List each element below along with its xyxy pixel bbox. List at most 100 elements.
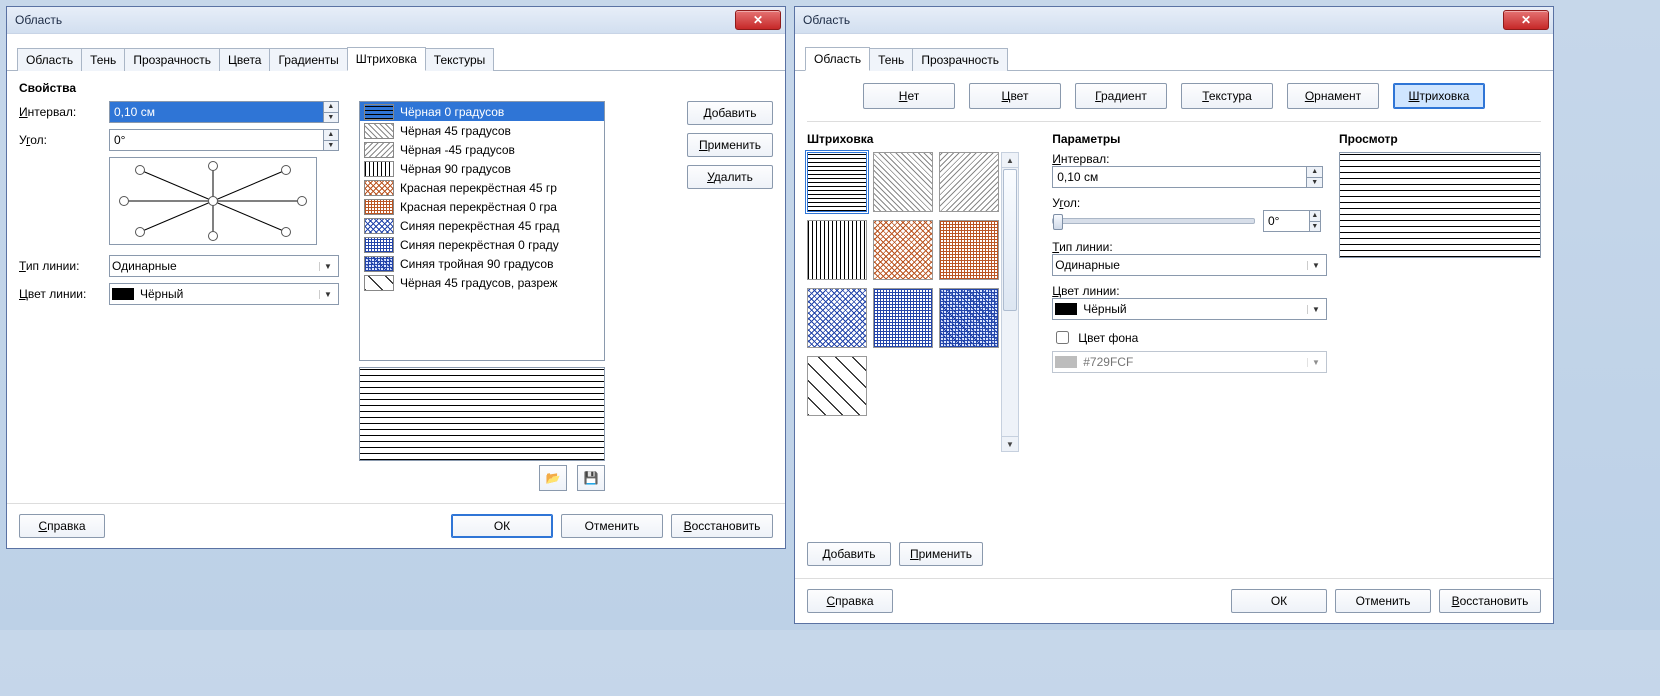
angle-slider[interactable] — [1052, 218, 1255, 224]
hatch-swatch — [364, 180, 394, 196]
hatch-list-item[interactable]: Синяя перекрёстная 45 град — [360, 216, 604, 235]
tab-Тень[interactable]: Тень — [81, 48, 125, 71]
hatch-swatch-cell[interactable] — [939, 152, 999, 212]
angle-picker[interactable] — [109, 157, 317, 245]
hatch-swatch-cell[interactable] — [807, 288, 867, 348]
linecolor-select[interactable]: Чёрный ▼ — [1052, 298, 1327, 320]
save-button[interactable]: 💾 — [577, 465, 605, 491]
angle-input[interactable] — [1264, 211, 1309, 231]
tab-Прозрачность[interactable]: Прозрачность — [124, 48, 220, 71]
interval-input[interactable] — [110, 102, 323, 122]
chevron-down-icon: ▼ — [319, 290, 336, 299]
angle-spinner[interactable]: ▲▼ — [1263, 210, 1321, 232]
hatch-list-item[interactable]: Красная перекрёстная 0 гра — [360, 197, 604, 216]
tab-Область[interactable]: Область — [17, 48, 82, 71]
interval-label: Интервал: — [19, 105, 109, 119]
tab-Прозрачность[interactable]: Прозрачность — [912, 48, 1008, 71]
hatch-swatch-cell[interactable] — [939, 288, 999, 348]
spin-up-icon[interactable]: ▲ — [1307, 167, 1322, 178]
hatch-list[interactable]: Чёрная 0 градусовЧёрная 45 градусовЧёрна… — [359, 101, 605, 361]
linecolor-select[interactable]: Чёрный ▼ — [109, 283, 339, 305]
hatch-swatch-cell[interactable] — [807, 220, 867, 280]
scrollbar-thumb[interactable] — [1003, 169, 1017, 311]
hatch-list-item[interactable]: Синяя перекрёстная 0 граду — [360, 235, 604, 254]
tab-bar: ОбластьТеньПрозрачностьЦветаГрадиентыШтр… — [7, 34, 785, 71]
hatch-list-item[interactable]: Синяя тройная 90 градусов — [360, 254, 604, 273]
open-folder-button[interactable]: 📂 — [539, 465, 567, 491]
add-button[interactable]: Добавить — [687, 101, 773, 125]
hatch-swatch-cell[interactable] — [807, 356, 867, 416]
cancel-button[interactable]: Отменить — [1335, 589, 1431, 613]
hatch-swatch-cell[interactable] — [873, 152, 933, 212]
hatch-list-item[interactable]: Чёрная 45 градусов, разреж — [360, 273, 604, 292]
angle-label: Угол: — [19, 133, 109, 147]
filltype-Орнамент[interactable]: Орнамент — [1287, 83, 1379, 109]
bgcolor-checkbox[interactable]: Цвет фона — [1052, 328, 1321, 347]
ok-button[interactable]: ОК — [451, 514, 553, 538]
spin-up-icon[interactable]: ▲ — [324, 102, 338, 113]
tab-Штриховка[interactable]: Штриховка — [347, 47, 426, 71]
spin-down-icon[interactable]: ▼ — [1307, 178, 1322, 188]
help-button[interactable]: Справка — [19, 514, 105, 538]
add-button[interactable]: Добавить — [807, 542, 891, 566]
filltype-Нет[interactable]: Нет — [863, 83, 955, 109]
tab-Тень[interactable]: Тень — [869, 48, 913, 71]
tab-Цвета[interactable]: Цвета — [219, 48, 270, 71]
spin-down-icon[interactable]: ▼ — [324, 113, 338, 123]
spin-up-icon[interactable]: ▲ — [324, 130, 338, 141]
hatch-item-label: Чёрная 45 градусов, разреж — [400, 276, 558, 290]
interval-input[interactable] — [1053, 167, 1306, 187]
angle-spinner[interactable]: ▲▼ — [109, 129, 339, 151]
hatch-list-item[interactable]: Красная перекрёстная 45 гр — [360, 178, 604, 197]
delete-button[interactable]: Удалить — [687, 165, 773, 189]
grid-scrollbar[interactable]: ▲ ▼ — [1001, 152, 1019, 452]
hatch-item-label: Чёрная 90 градусов — [400, 162, 511, 176]
filltype-Цвет[interactable]: Цвет — [969, 83, 1061, 109]
reset-button[interactable]: Восстановить — [671, 514, 773, 538]
hatch-swatch-cell[interactable] — [807, 152, 867, 212]
hatch-list-item[interactable]: Чёрная 90 градусов — [360, 159, 604, 178]
filltype-Градиент[interactable]: Градиент — [1075, 83, 1167, 109]
help-button[interactable]: Справка — [807, 589, 893, 613]
scroll-up-icon[interactable]: ▲ — [1002, 153, 1018, 168]
hatch-list-item[interactable]: Чёрная -45 градусов — [360, 140, 604, 159]
apply-button[interactable]: Применить — [687, 133, 773, 157]
close-button[interactable]: ✕ — [735, 10, 781, 30]
ok-button[interactable]: ОК — [1231, 589, 1327, 613]
bgcolor-check-input[interactable] — [1056, 331, 1069, 344]
scroll-down-icon[interactable]: ▼ — [1002, 436, 1018, 451]
close-button[interactable]: ✕ — [1503, 10, 1549, 30]
hatch-item-label: Синяя перекрёстная 45 град — [400, 219, 559, 233]
dialog-footer: Справка ОК Отменить Восстановить — [795, 578, 1553, 623]
floppy-disk-icon: 💾 — [584, 471, 599, 485]
filltype-Штриховка[interactable]: Штриховка — [1393, 83, 1485, 109]
hatch-swatch-cell[interactable] — [873, 288, 933, 348]
spin-down-icon[interactable]: ▼ — [1310, 222, 1320, 232]
hatch-swatch-cell[interactable] — [939, 220, 999, 280]
hatch-list-item[interactable]: Чёрная 45 градусов — [360, 121, 604, 140]
spin-up-icon[interactable]: ▲ — [1310, 211, 1320, 222]
interval-spinner[interactable]: ▲▼ — [1052, 166, 1323, 188]
window-title: Область — [803, 13, 1503, 27]
fill-type-bar: Нет Цвет Градиент Текстура Орнамент Штриховка — [807, 77, 1541, 122]
hatch-item-label: Чёрная 0 градусов — [400, 105, 504, 119]
hatch-list-item[interactable]: Чёрная 0 градусов — [360, 102, 604, 121]
hatch-swatch-grid[interactable] — [807, 152, 997, 452]
slider-thumb[interactable] — [1053, 214, 1063, 230]
tab-Градиенты[interactable]: Градиенты — [269, 48, 347, 71]
apply-button[interactable]: Применить — [899, 542, 983, 566]
reset-button[interactable]: Восстановить — [1439, 589, 1541, 613]
bgcolor-label: Цвет фона — [1078, 331, 1138, 345]
cancel-button[interactable]: Отменить — [561, 514, 663, 538]
interval-spinner[interactable]: ▲▼ — [109, 101, 339, 123]
linetype-select[interactable]: Одинарные ▼ — [1052, 254, 1327, 276]
spin-down-icon[interactable]: ▼ — [324, 141, 338, 151]
angle-input[interactable] — [110, 130, 323, 150]
area-dialog-1: Область ✕ ОбластьТеньПрозрачностьЦветаГр… — [6, 6, 786, 549]
hatch-swatch-cell[interactable] — [873, 220, 933, 280]
color-swatch — [1055, 303, 1077, 315]
filltype-Текстура[interactable]: Текстура — [1181, 83, 1273, 109]
tab-Текстуры[interactable]: Текстуры — [425, 48, 495, 71]
linetype-select[interactable]: Одинарные ▼ — [109, 255, 339, 277]
tab-Область[interactable]: Область — [805, 47, 870, 71]
